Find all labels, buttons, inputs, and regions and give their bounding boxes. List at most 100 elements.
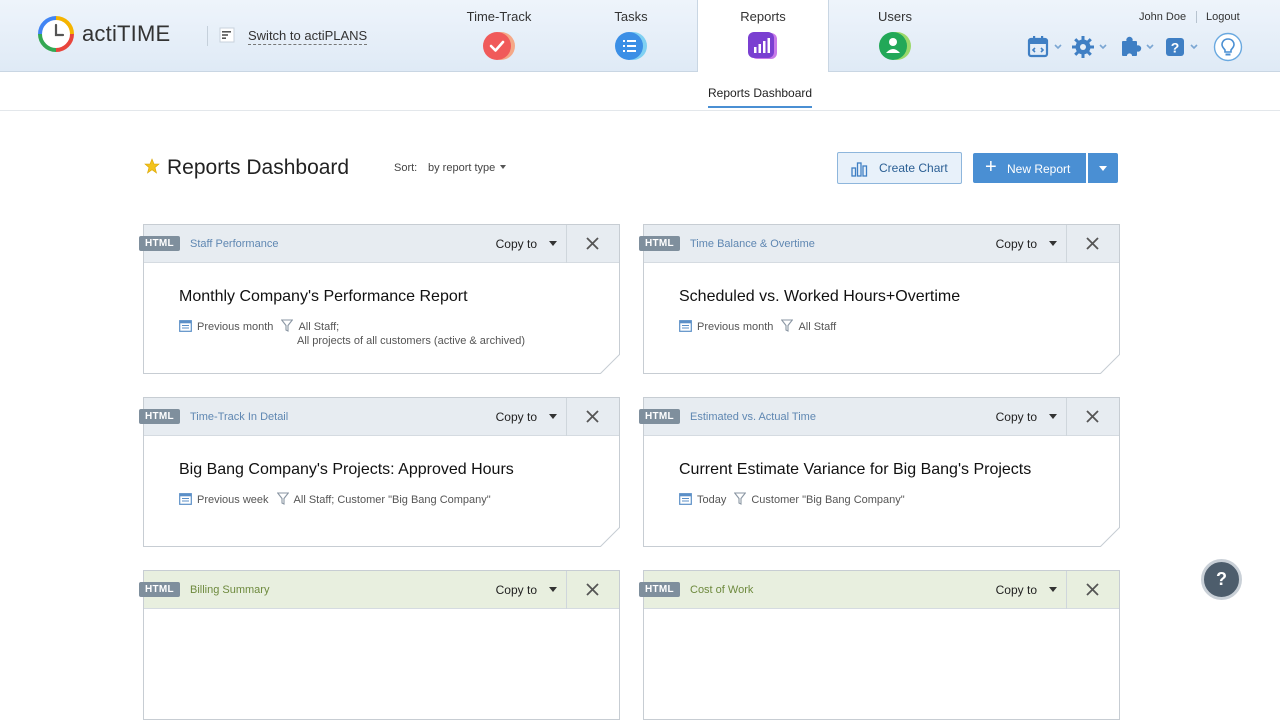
report-period: Previous month bbox=[697, 321, 774, 333]
close-icon[interactable] bbox=[1086, 237, 1099, 250]
divider bbox=[1066, 225, 1067, 263]
caret-down-icon bbox=[549, 241, 557, 246]
logout-link[interactable]: Logout bbox=[1206, 11, 1240, 23]
close-icon[interactable] bbox=[586, 410, 599, 423]
module-label: Users bbox=[878, 9, 912, 24]
format-badge: HTML bbox=[139, 409, 180, 424]
caret-down-icon bbox=[1049, 587, 1057, 592]
report-type-link[interactable]: Estimated vs. Actual Time bbox=[690, 411, 816, 423]
filter-icon bbox=[281, 319, 294, 332]
module-label: Reports bbox=[740, 9, 786, 24]
report-meta: Previous week All Staff; Customer "Big Ba… bbox=[179, 492, 499, 506]
filter-icon bbox=[734, 492, 747, 505]
module-time-track[interactable]: Time-Track bbox=[433, 0, 565, 72]
help-floating-button[interactable]: ? bbox=[1201, 559, 1242, 600]
calendar-icon bbox=[1027, 36, 1049, 58]
calendar-icon bbox=[679, 493, 692, 505]
report-filter: Customer "Big Bang Company" bbox=[751, 494, 905, 506]
close-icon[interactable] bbox=[1086, 583, 1099, 596]
new-report-button[interactable]: + New Report bbox=[973, 153, 1086, 183]
page-fold-icon bbox=[1100, 354, 1120, 374]
copy-to-dropdown[interactable]: Copy to bbox=[496, 410, 557, 424]
divider bbox=[1196, 11, 1197, 23]
calendar-icon bbox=[179, 320, 192, 332]
report-type-link[interactable]: Billing Summary bbox=[190, 584, 269, 596]
close-icon[interactable] bbox=[586, 237, 599, 250]
report-title[interactable]: Monthly Company's Performance Report bbox=[179, 288, 468, 306]
report-card[interactable]: HTML Estimated vs. Actual Time Copy to C… bbox=[639, 397, 1120, 547]
new-report-dropdown-button[interactable] bbox=[1088, 153, 1118, 183]
report-title[interactable]: Current Estimate Variance for Big Bang's… bbox=[679, 461, 1031, 479]
new-report-label: New Report bbox=[1007, 162, 1071, 176]
plus-icon: + bbox=[985, 156, 997, 178]
page-fold-icon bbox=[1100, 527, 1120, 547]
copy-to-dropdown[interactable]: Copy to bbox=[996, 583, 1057, 597]
report-title[interactable]: Scheduled vs. Worked Hours+Overtime bbox=[679, 288, 960, 306]
format-badge: HTML bbox=[139, 236, 180, 251]
divider bbox=[566, 571, 567, 609]
copy-to-dropdown[interactable]: Copy to bbox=[996, 237, 1057, 251]
report-type-link[interactable]: Time Balance & Overtime bbox=[690, 238, 815, 250]
page-title: Reports Dashboard bbox=[167, 156, 350, 179]
copy-to-dropdown[interactable]: Copy to bbox=[496, 583, 557, 597]
settings-menu[interactable] bbox=[1072, 35, 1110, 59]
tips-button[interactable] bbox=[1213, 32, 1243, 62]
report-filter: All Staff; bbox=[298, 321, 340, 333]
close-icon[interactable] bbox=[1086, 410, 1099, 423]
copy-to-label: Copy to bbox=[995, 583, 1037, 597]
chevron-down-icon bbox=[1054, 44, 1062, 50]
module-tasks[interactable]: Tasks bbox=[565, 0, 697, 72]
format-badge: HTML bbox=[639, 236, 680, 251]
report-meta: Previous month All Staff; bbox=[179, 319, 347, 333]
divider bbox=[207, 26, 208, 46]
svg-text:?: ? bbox=[1171, 40, 1180, 56]
report-card[interactable]: HTML Time Balance & Overtime Copy to Sch… bbox=[639, 224, 1120, 374]
report-type-link[interactable]: Cost of Work bbox=[690, 584, 753, 596]
actitime-logo-icon[interactable] bbox=[36, 14, 76, 54]
report-card[interactable]: HTML Staff Performance Copy to Monthly C… bbox=[139, 224, 620, 374]
reports-subnav: Reports Dashboard bbox=[0, 72, 1280, 111]
help-menu[interactable]: ? bbox=[1165, 35, 1203, 59]
star-icon[interactable] bbox=[144, 158, 160, 174]
report-meta: Previous month All Staff bbox=[679, 319, 844, 333]
question-icon: ? bbox=[1166, 38, 1184, 56]
copy-to-dropdown[interactable]: Copy to bbox=[996, 410, 1057, 424]
report-period: Today bbox=[697, 494, 727, 506]
report-period: Previous week bbox=[197, 494, 269, 506]
filter-icon bbox=[276, 492, 289, 505]
calendar-settings-menu[interactable] bbox=[1027, 35, 1065, 59]
switch-to-actiplans-link[interactable]: Switch to actiPLANS bbox=[248, 28, 368, 45]
format-badge: HTML bbox=[139, 582, 180, 597]
current-user-name[interactable]: John Doe bbox=[1139, 11, 1186, 23]
report-type-link[interactable]: Time-Track In Detail bbox=[190, 411, 288, 423]
report-card[interactable]: HTML Time-Track In Detail Copy to Big Ba… bbox=[139, 397, 620, 547]
close-icon[interactable] bbox=[586, 583, 599, 596]
copy-to-label: Copy to bbox=[495, 410, 537, 424]
chevron-down-icon bbox=[1099, 44, 1107, 50]
sort-dropdown[interactable]: by report type bbox=[428, 162, 507, 174]
report-card[interactable]: HTML Cost of Work Copy to bbox=[639, 570, 1120, 720]
module-reports[interactable]: Reports bbox=[697, 0, 829, 73]
report-title[interactable]: Big Bang Company's Projects: Approved Ho… bbox=[179, 461, 514, 479]
format-badge: HTML bbox=[639, 582, 680, 597]
gear-icon bbox=[1072, 36, 1094, 58]
tab-reports-dashboard[interactable]: Reports Dashboard bbox=[708, 86, 813, 108]
caret-down-icon bbox=[1049, 414, 1057, 419]
module-users[interactable]: Users bbox=[829, 0, 961, 72]
report-filter-detail: All projects of all customers (active & … bbox=[297, 335, 526, 347]
module-label: Tasks bbox=[614, 9, 648, 24]
report-filter: All Staff bbox=[798, 321, 837, 333]
divider bbox=[1066, 398, 1067, 436]
report-card[interactable]: HTML Billing Summary Copy to bbox=[139, 570, 620, 720]
divider bbox=[566, 398, 567, 436]
copy-to-dropdown[interactable]: Copy to bbox=[496, 237, 557, 251]
create-chart-button[interactable]: Create Chart bbox=[837, 152, 962, 184]
time-track-icon bbox=[483, 32, 515, 60]
copy-to-label: Copy to bbox=[995, 410, 1037, 424]
caret-down-icon bbox=[549, 587, 557, 592]
divider bbox=[1066, 571, 1067, 609]
sort-label: Sort: bbox=[394, 162, 418, 174]
report-type-link[interactable]: Staff Performance bbox=[190, 238, 278, 250]
chevron-down-icon bbox=[1146, 44, 1154, 50]
add-ons-menu[interactable] bbox=[1119, 35, 1157, 59]
